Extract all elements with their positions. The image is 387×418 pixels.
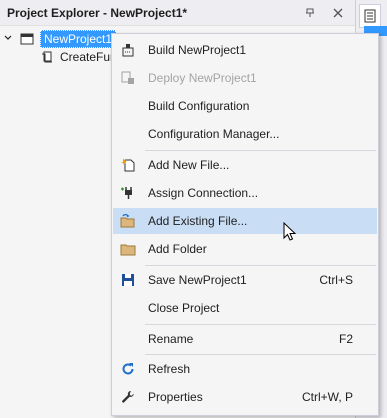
menu-separator [145,354,376,355]
menu-item-label: Rename [148,332,194,346]
folder-icon [120,241,136,257]
chevron-down-icon[interactable] [4,34,14,44]
menu-item-build-configuration[interactable]: Build Configuration [113,93,377,119]
menu-item-label: Close Project [148,301,220,315]
properties-panel-icon[interactable] [359,4,381,28]
open-folder-icon [120,213,136,229]
plug-icon [120,185,136,201]
deploy-icon [120,70,136,86]
menu-item-assign-connection[interactable]: Assign Connection... [113,180,377,206]
context-menu: Build NewProject1 Deploy NewProject1 Bui… [111,33,379,416]
menu-separator [145,150,376,151]
panel-titlebar: Project Explorer - NewProject1* [0,0,355,26]
pin-icon[interactable] [299,2,321,24]
menu-item-label: Add Existing File... [148,214,248,228]
menu-item-label: Add Folder [148,242,207,256]
function-icon [40,50,54,64]
new-file-icon [120,157,136,173]
menu-item-label: Build Configuration [148,99,250,113]
menu-item-shortcut: Ctrl+S [319,273,353,287]
menu-item-label: Deploy NewProject1 [148,71,257,85]
menu-item-properties[interactable]: Properties Ctrl+W, P [113,384,377,410]
project-label[interactable]: NewProject1 [40,30,117,48]
menu-item-label: Build NewProject1 [148,43,247,57]
menu-item-add-folder[interactable]: Add Folder [113,236,377,262]
menu-item-shortcut: F2 [338,332,353,346]
menu-item-refresh[interactable]: Refresh [113,356,377,382]
menu-item-shortcut: Ctrl+W, P [301,390,353,404]
menu-item-rename[interactable]: Rename F2 [113,326,377,352]
menu-separator [145,265,376,266]
function-label[interactable]: CreateFun [60,50,117,64]
menu-item-label: Save NewProject1 [148,273,247,287]
close-icon[interactable] [327,2,349,24]
refresh-icon [120,361,136,377]
project-icon [20,33,34,45]
menu-item-add-new-file[interactable]: Add New File... [113,152,377,178]
menu-item-label: Configuration Manager... [148,127,280,141]
menu-item-deploy: Deploy NewProject1 [113,65,377,91]
save-icon [120,272,136,288]
menu-item-label: Properties [148,390,203,404]
menu-item-label: Add New File... [148,158,230,172]
menu-item-label: Refresh [148,362,191,376]
menu-item-label: Assign Connection... [148,186,259,200]
build-icon [120,42,136,58]
menu-item-close-project[interactable]: Close Project [113,295,377,321]
menu-separator [145,324,376,325]
menu-item-save[interactable]: Save NewProject1 Ctrl+S [113,267,377,293]
wrench-icon [120,389,136,405]
menu-item-configuration-manager[interactable]: Configuration Manager... [113,121,377,147]
panel-title: Project Explorer - NewProject1* [7,5,188,20]
menu-item-add-existing-file[interactable]: Add Existing File... [113,208,377,234]
menu-item-build[interactable]: Build NewProject1 [113,37,377,63]
mouse-cursor-icon [283,222,297,241]
